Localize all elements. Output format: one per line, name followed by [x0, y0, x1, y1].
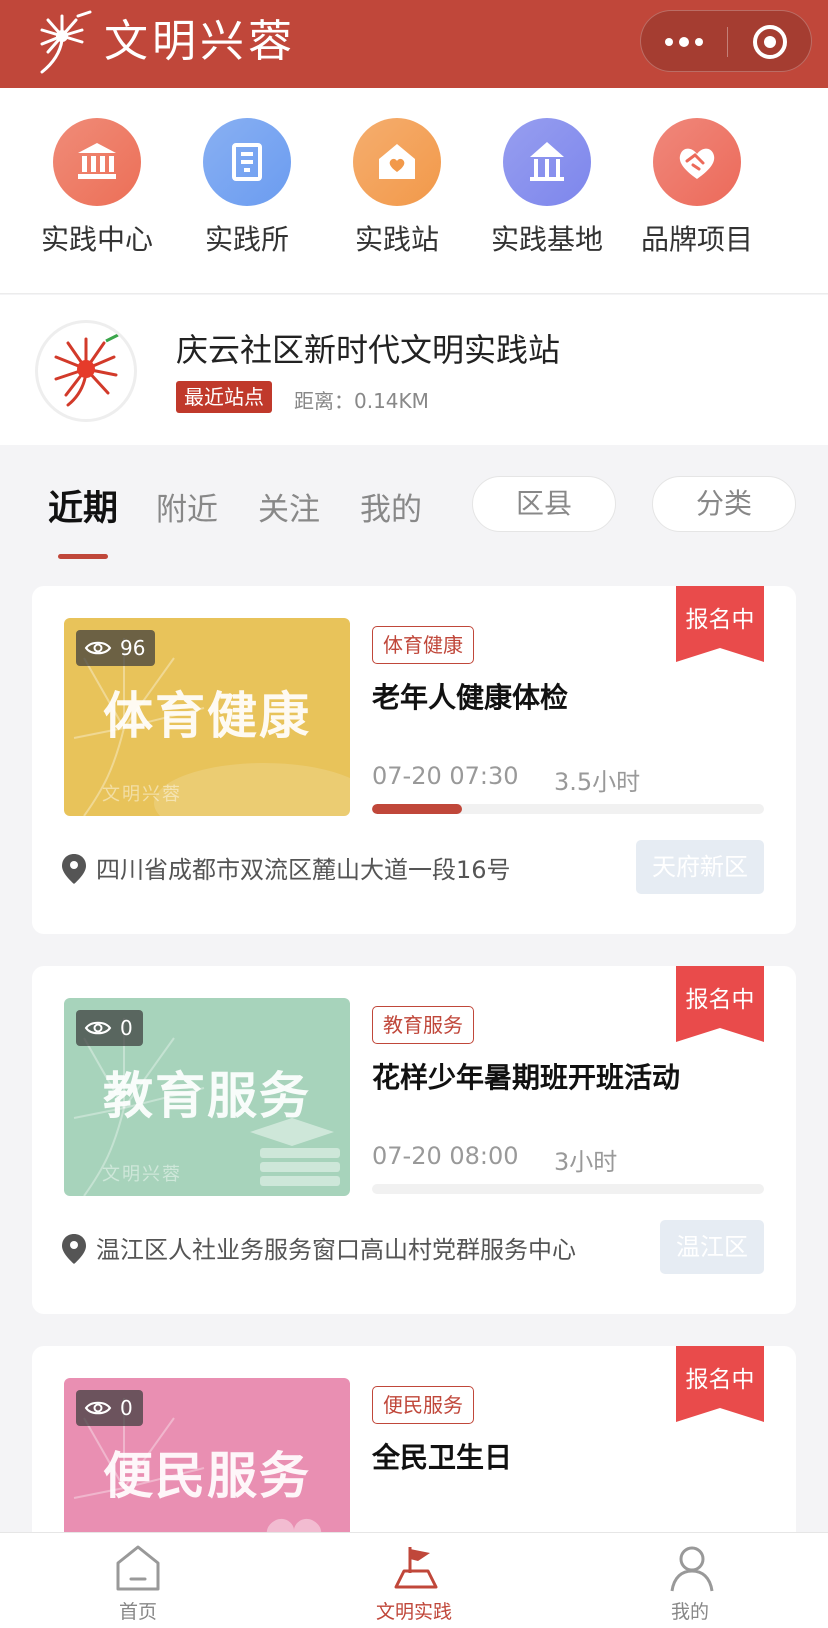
tab-mine[interactable]: 我的	[360, 484, 422, 529]
house-heart-icon	[353, 118, 441, 206]
eye-icon	[84, 1021, 112, 1035]
flag-icon	[394, 1547, 438, 1589]
nearest-station-badge: 最近站点	[176, 381, 272, 413]
event-date-time: 07-20 07:30	[372, 762, 519, 790]
nav-mine[interactable]: 我的	[610, 1533, 770, 1628]
status-label: 报名中	[685, 987, 755, 1013]
bottom-tab-bar: 首页 文明实践 我的	[0, 1532, 828, 1628]
category-label: 实践站	[354, 223, 439, 256]
enrollment-progress-bar	[372, 804, 764, 814]
event-duration: 3.5小时	[554, 768, 641, 796]
category-filter-button[interactable]: 分类	[652, 476, 796, 532]
active-tab-indicator	[58, 554, 108, 559]
handshake-heart-icon	[653, 118, 741, 206]
status-label: 报名中	[685, 607, 755, 633]
enrollment-progress-bar	[372, 1184, 764, 1194]
bank-icon	[53, 118, 141, 206]
nearest-station-card[interactable]: 庆云社区新时代文明实践站 最近站点 距离：0.14KM	[0, 295, 828, 445]
station-distance: 距离：0.14KM	[294, 389, 429, 413]
view-count-value: 0	[120, 1016, 133, 1040]
view-count: 0	[76, 1010, 143, 1046]
tab-following[interactable]: 关注	[258, 484, 320, 529]
view-count-value: 96	[120, 636, 146, 660]
capsule-divider	[727, 27, 728, 57]
location-pin-icon	[62, 1234, 86, 1264]
event-category-tag: 便民服务	[372, 1386, 474, 1424]
category-label: 实践基地	[490, 223, 603, 256]
event-category-tag: 教育服务	[372, 1006, 474, 1044]
event-thumbnail: 教育服务 文明兴蓉 0	[64, 998, 350, 1196]
category-label: 实践所	[204, 223, 289, 256]
event-card[interactable]: 体育健康 文明兴蓉 96 体育健康 老年人健康体检 07-20 07:30 3.…	[32, 586, 796, 934]
miniprogram-capsule	[640, 10, 812, 72]
view-count: 96	[76, 630, 156, 666]
status-label: 报名中	[685, 1367, 755, 1393]
station-logo-icon	[38, 323, 134, 419]
pavilion-icon	[503, 118, 591, 206]
category-practice-institute[interactable]: 实践所	[172, 118, 322, 268]
view-count: 0	[76, 1390, 143, 1426]
nav-label: 我的	[670, 1601, 709, 1623]
category-label: 品牌项目	[640, 223, 753, 256]
nav-label: 文明实践	[375, 1601, 452, 1623]
tab-nearby[interactable]: 附近	[156, 484, 218, 529]
category-brand-projects[interactable]: 品牌项目	[622, 118, 772, 268]
user-icon	[670, 1546, 714, 1592]
view-count-value: 0	[120, 1396, 133, 1420]
home-icon	[116, 1545, 160, 1591]
category-practice-center[interactable]: 实践中心	[22, 118, 172, 268]
event-title: 花样少年暑期班开班活动	[372, 1061, 681, 1094]
eye-icon	[84, 1401, 112, 1415]
event-date-time: 07-20 08:00	[372, 1142, 519, 1170]
event-thumbnail: 体育健康 文明兴蓉 96	[64, 618, 350, 816]
nav-label: 首页	[118, 1601, 157, 1623]
district-filter-button[interactable]: 区县	[472, 476, 616, 532]
thumbnail-title: 便民服务	[103, 1447, 311, 1505]
category-practice-station[interactable]: 实践站	[322, 118, 472, 268]
event-category-tag: 体育健康	[372, 626, 474, 664]
event-title: 全民卫生日	[372, 1441, 513, 1474]
nav-home[interactable]: 首页	[58, 1533, 218, 1628]
dandelion-logo-icon	[40, 10, 92, 74]
event-address: 四川省成都市双流区麓山大道一段16号	[96, 856, 511, 884]
district-badge: 天府新区	[636, 840, 764, 894]
station-name: 庆云社区新时代文明实践站	[176, 331, 561, 369]
thumbnail-title: 体育健康	[103, 687, 311, 745]
event-title: 老年人健康体检	[372, 681, 569, 714]
nav-civilization-practice[interactable]: 文明实践	[334, 1533, 494, 1628]
location-pin-icon	[62, 854, 86, 884]
app-title: 文明兴蓉	[104, 16, 296, 67]
app-header: 文明兴蓉	[0, 0, 828, 88]
close-miniprogram-button[interactable]	[753, 25, 787, 59]
thumbnail-brand: 文明兴蓉	[102, 1164, 182, 1185]
more-menu-button[interactable]	[641, 11, 727, 73]
tab-recent[interactable]: 近期	[48, 480, 118, 531]
building-icon	[203, 118, 291, 206]
event-address: 温江区人社业务服务窗口高山村党群服务中心	[96, 1236, 576, 1264]
event-card[interactable]: 教育服务 文明兴蓉 0 教育服务 花样少年暑期班开班活动 07-20 08:00…	[32, 966, 796, 1314]
progress-fill	[372, 804, 463, 814]
eye-icon	[84, 641, 112, 655]
thumbnail-title: 教育服务	[103, 1067, 311, 1125]
category-practice-base[interactable]: 实践基地	[472, 118, 622, 268]
district-badge: 温江区	[660, 1220, 764, 1274]
event-duration: 3小时	[554, 1148, 618, 1176]
category-shortcuts: 实践中心 实践所 实践站 实践基地 品牌项目	[0, 88, 828, 294]
more-dots-icon	[665, 38, 673, 46]
thumbnail-brand: 文明兴蓉	[102, 784, 182, 805]
category-label: 实践中心	[40, 223, 153, 256]
